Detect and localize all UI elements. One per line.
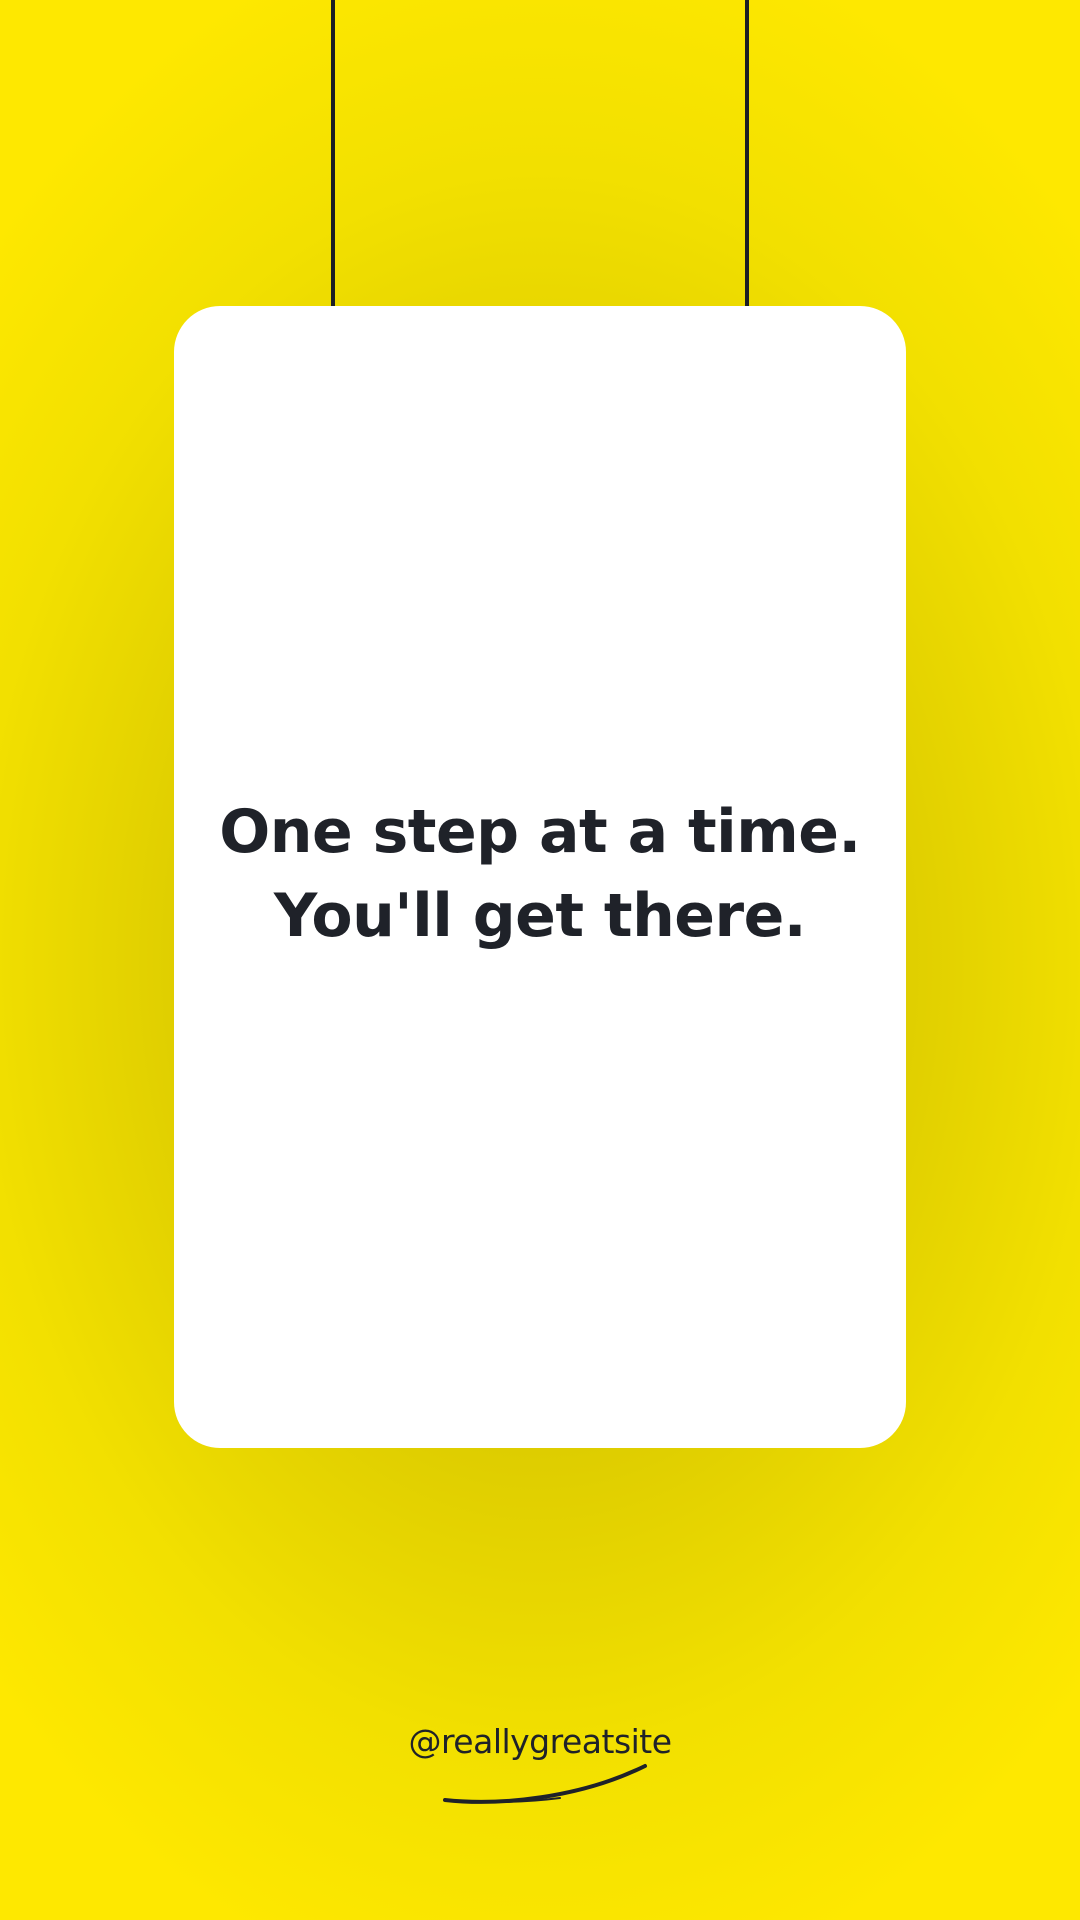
quote-line-2: You'll get there. bbox=[273, 881, 807, 951]
social-handle: @reallygreatsite bbox=[408, 1722, 672, 1761]
hanging-string-left bbox=[331, 0, 335, 308]
swoosh-underline-icon bbox=[443, 1764, 647, 1804]
quote-text: One step at a time. You'll get there. bbox=[0, 790, 1080, 958]
quote-line-1: One step at a time. bbox=[219, 797, 861, 867]
hanging-string-right bbox=[745, 0, 749, 308]
